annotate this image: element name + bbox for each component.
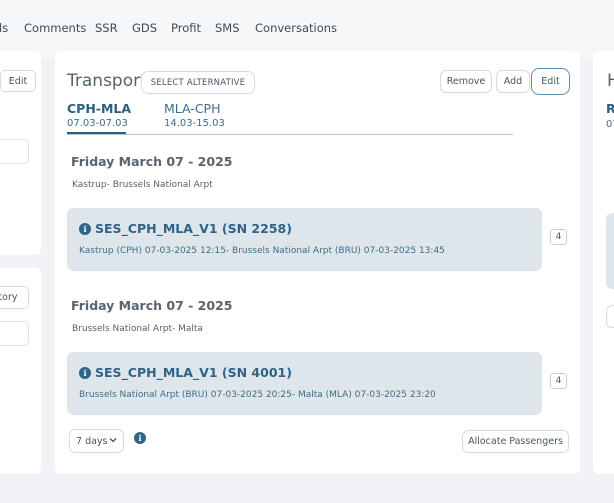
tab-cph-mla[interactable]: CPH-MLA 07.03-07.03	[67, 101, 131, 129]
select-alternative-button[interactable]: SELECT ALTERNATIVE	[141, 71, 255, 94]
flight-code: SES_CPH_MLA_V1 (SN 2258)	[95, 221, 292, 236]
nav-profit[interactable]: Profit	[171, 21, 201, 35]
days-select-value: 7 days	[76, 435, 108, 447]
days-select[interactable]: 7 days	[69, 429, 124, 453]
transport-title: Transport	[67, 71, 147, 91]
tab-dates: 07.03-07.03	[67, 118, 128, 129]
tab-code: CPH-MLA	[67, 101, 132, 116]
right-flight-card[interactable]	[606, 213, 614, 289]
flight-card[interactable]: i SES_CPH_MLA_V1 (SN 4001) Brussels Nati…	[67, 352, 542, 415]
right-card: H R 07	[593, 51, 614, 474]
passenger-count-badge[interactable]: 4	[550, 229, 567, 245]
allocate-passengers-button[interactable]: Allocate Passengers	[462, 430, 569, 453]
flight-code: SES_CPH_MLA_V1 (SN 4001)	[95, 365, 292, 380]
right-tab-dates: 07	[606, 119, 614, 130]
top-navigation: ls Comments SSR GDS Profit SMS Conversat…	[0, 0, 614, 58]
segment-day-heading: Friday March 07 - 2025	[71, 298, 233, 313]
add-button[interactable]: Add	[496, 70, 530, 93]
segment-route: Brussels National Arpt- Malta	[72, 324, 203, 334]
passenger-count-badge[interactable]: 4	[550, 373, 567, 389]
chevron-down-icon	[109, 436, 117, 447]
nav-details[interactable]: ls	[0, 21, 8, 35]
nav-comments[interactable]: Comments	[24, 21, 86, 35]
flight-detail: Kastrup (CPH) 07-03-2025 12:15- Brussels…	[79, 246, 445, 256]
nav-gds[interactable]: GDS	[132, 21, 157, 35]
tab-mla-cph[interactable]: MLA-CPH 14.03-15.03	[164, 101, 225, 129]
tab-code: MLA-CPH	[164, 101, 221, 116]
tabs-divider	[67, 134, 513, 135]
info-icon: i	[79, 366, 91, 379]
left-card-bottom: story	[0, 268, 41, 474]
left-edit-button[interactable]: Edit	[0, 70, 36, 92]
flight-card[interactable]: i SES_CPH_MLA_V1 (SN 2258) Kastrup (CPH)…	[67, 208, 542, 271]
tab-dates: 14.03-15.03	[164, 118, 225, 129]
nav-ssr[interactable]: SSR	[95, 21, 118, 35]
flight-detail: Brussels National Arpt (BRU) 07-03-2025 …	[79, 390, 436, 400]
edit-button[interactable]: Edit	[531, 68, 570, 95]
remove-button[interactable]: Remove	[440, 70, 492, 93]
segment-route: Kastrup- Brussels National Arpt	[72, 180, 213, 190]
left-input-field-2[interactable]	[0, 321, 29, 346]
segment-day-heading: Friday March 07 - 2025	[71, 154, 233, 169]
right-card-title: H	[607, 71, 614, 91]
right-tab-code[interactable]: R	[606, 101, 614, 116]
nav-sms[interactable]: SMS	[215, 21, 240, 35]
info-icon: i	[79, 222, 91, 235]
nav-conversations[interactable]: Conversations	[255, 21, 337, 35]
info-icon[interactable]: i	[134, 432, 146, 444]
left-card-top: Edit	[0, 51, 41, 255]
history-button[interactable]: story	[0, 286, 29, 309]
left-input-field[interactable]	[0, 139, 29, 164]
right-button[interactable]	[606, 305, 614, 328]
